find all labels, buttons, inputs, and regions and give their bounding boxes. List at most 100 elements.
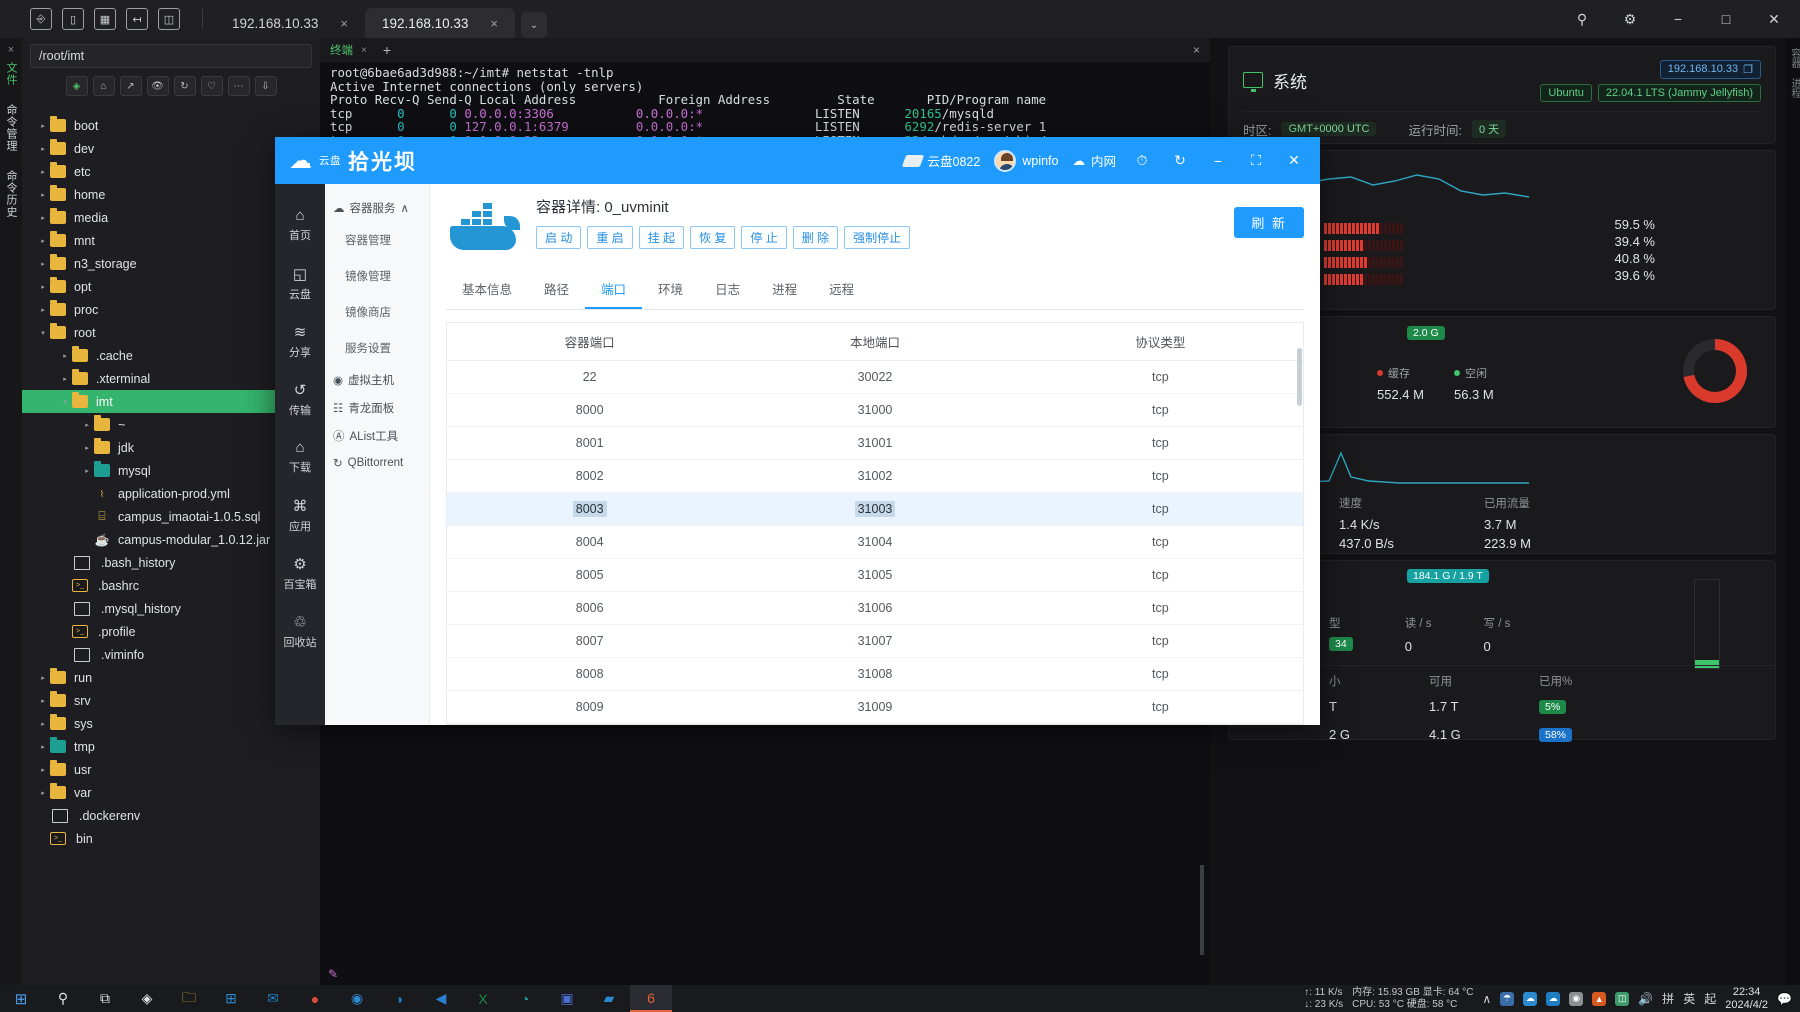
expand-caret-icon[interactable]: ▸ bbox=[36, 214, 50, 222]
expand-caret-icon[interactable]: ▸ bbox=[36, 306, 50, 314]
expand-caret-icon[interactable]: ▾ bbox=[36, 329, 50, 337]
rail-label-files[interactable]: 文件 bbox=[3, 62, 19, 86]
action-button[interactable]: 停 止 bbox=[741, 226, 787, 249]
detail-tab[interactable]: 远程 bbox=[813, 270, 870, 309]
close-button[interactable]: ✕ bbox=[1282, 149, 1306, 173]
rail-label-history[interactable]: 命令历史 bbox=[3, 170, 19, 218]
sidebar-item[interactable]: 容器管理 bbox=[325, 222, 429, 258]
monitor-icon[interactable]: ◫ bbox=[1615, 991, 1630, 1006]
compass-icon[interactable]: ◈ bbox=[65, 76, 88, 96]
minimize-button[interactable]: − bbox=[1656, 0, 1700, 38]
terminal-output[interactable]: root@6bae6ad3d988:~/imt# netstat -tnlp A… bbox=[320, 62, 1210, 147]
close-button[interactable]: ✕ bbox=[1752, 0, 1796, 38]
list-icon[interactable]: ◫ bbox=[158, 8, 180, 30]
rail-label-container[interactable]: 容器 bbox=[1787, 48, 1800, 68]
app-icon[interactable]: ◉ bbox=[1569, 991, 1584, 1006]
heart-icon[interactable]: ♡ bbox=[200, 76, 223, 96]
file-tree-item[interactable]: ▸ tmp bbox=[22, 735, 320, 758]
file-tree-item[interactable]: .dockerenv bbox=[22, 804, 320, 827]
maximize-button[interactable]: □ bbox=[1704, 0, 1748, 38]
action-button[interactable]: 强制停止 bbox=[844, 226, 911, 249]
expand-icon[interactable]: ↗ bbox=[119, 76, 142, 96]
table-row[interactable]: 8008 31008 tcp bbox=[447, 657, 1303, 691]
expand-caret-icon[interactable]: ▸ bbox=[58, 352, 72, 360]
sync-icon[interactable]: ↻ bbox=[1168, 149, 1192, 173]
expand-caret-icon[interactable]: ▾ bbox=[58, 398, 72, 406]
file-tree-item[interactable]: >_ bin bbox=[22, 827, 320, 850]
table-row[interactable]: 8006 31006 tcp bbox=[447, 591, 1303, 625]
modal-rail-item-应用[interactable]: ⌘ 应用 bbox=[275, 486, 325, 544]
maximize-button[interactable]: ⛶ bbox=[1244, 149, 1268, 173]
action-button[interactable]: 启 动 bbox=[536, 226, 582, 249]
taskbar-item-widgets[interactable]: ◈ bbox=[126, 985, 168, 1012]
start-button[interactable]: ⊞ bbox=[0, 985, 42, 1012]
table-row[interactable]: 8003 31003 tcp bbox=[447, 492, 1303, 526]
detail-tab[interactable]: 基本信息 bbox=[446, 270, 528, 309]
action-button[interactable]: 恢 复 bbox=[690, 226, 736, 249]
table-row[interactable]: 8001 31001 tcp bbox=[447, 426, 1303, 460]
table-scrollbar[interactable] bbox=[1297, 348, 1302, 406]
grid-icon[interactable]: ▦ bbox=[94, 8, 116, 30]
system-ip-badge[interactable]: 192.168.10.33 ❐ bbox=[1659, 59, 1761, 79]
rail-label-commands[interactable]: 命令管理 bbox=[3, 104, 19, 152]
expand-caret-icon[interactable]: ▸ bbox=[36, 697, 50, 705]
minimize-button[interactable]: − bbox=[1206, 149, 1230, 173]
network-status[interactable]: ☁ 内网 bbox=[1072, 151, 1116, 170]
modal-rail-item-传输[interactable]: ↺ 传输 bbox=[275, 370, 325, 428]
add-terminal-tab-button[interactable]: + bbox=[377, 42, 397, 58]
user-menu[interactable]: wpinfo bbox=[994, 149, 1058, 172]
cloud-icon[interactable]: ☁ bbox=[1523, 991, 1538, 1006]
clock[interactable]: 22:34 2024/4/2 bbox=[1725, 986, 1768, 1012]
expand-caret-icon[interactable]: ▸ bbox=[80, 467, 94, 475]
close-icon[interactable]: × bbox=[490, 16, 498, 31]
taskbar-item-task-view[interactable]: ⧉ bbox=[84, 985, 126, 1012]
expand-caret-icon[interactable]: ▸ bbox=[36, 122, 50, 130]
expand-caret-icon[interactable]: ▸ bbox=[36, 766, 50, 774]
copy-icon[interactable]: ❐ bbox=[1743, 63, 1753, 76]
modal-rail-item-分享[interactable]: ≋ 分享 bbox=[275, 312, 325, 370]
taskbar-item-app-teal[interactable]: ◔ bbox=[504, 985, 546, 1012]
device-icon[interactable]: ▯ bbox=[62, 8, 84, 30]
chevron-up-icon[interactable]: ∧ bbox=[1482, 992, 1491, 1006]
file-tree-item[interactable]: ▸ usr bbox=[22, 758, 320, 781]
more-icon[interactable]: ⋯ bbox=[227, 76, 250, 96]
action-button[interactable]: 挂 起 bbox=[638, 226, 685, 249]
sidebar-group-container-service[interactable]: ☁ 容器服务 ∧ bbox=[325, 194, 429, 222]
refresh-icon[interactable]: ↻ bbox=[173, 76, 196, 96]
file-tree-item[interactable]: ▸ boot bbox=[22, 114, 320, 137]
ime-english-icon[interactable]: 英 bbox=[1683, 990, 1695, 1007]
terminal-panel-close-icon[interactable]: × bbox=[1193, 43, 1200, 57]
sidebar-item[interactable]: ☷ 青龙面板 bbox=[325, 394, 429, 422]
sidebar-item[interactable]: 镜像管理 bbox=[325, 258, 429, 294]
modal-left-rail[interactable]: ⌂ 首页 ◱ 云盘 ≋ 分享 ↺ 传输 ⌂ 下载 ⌘ 应用 ⚙ 百宝箱 ♲ 回收站 bbox=[275, 184, 325, 725]
sidebar-item[interactable]: Ⓐ AList工具 bbox=[325, 422, 429, 450]
table-row[interactable]: 8002 31002 tcp bbox=[447, 459, 1303, 493]
taskbar-item-xterminal[interactable]: 6 bbox=[630, 985, 672, 1012]
modal-rail-item-云盘[interactable]: ◱ 云盘 bbox=[275, 254, 325, 312]
search-icon[interactable]: ⚲ bbox=[1560, 0, 1604, 38]
terminal-scrollbar[interactable] bbox=[1200, 865, 1204, 955]
expand-caret-icon[interactable]: ▸ bbox=[36, 674, 50, 682]
table-row[interactable]: 8009 31009 tcp bbox=[447, 690, 1303, 724]
action-button[interactable]: 重 启 bbox=[587, 226, 633, 249]
expand-caret-icon[interactable]: ▸ bbox=[36, 145, 50, 153]
taskbar-item-store[interactable]: ⊞ bbox=[210, 985, 252, 1012]
sidebar-item[interactable]: 服务设置 bbox=[325, 330, 429, 366]
download-icon[interactable]: ⇩ bbox=[254, 76, 277, 96]
table-row[interactable]: 8004 31004 tcp bbox=[447, 525, 1303, 559]
expand-caret-icon[interactable]: ▸ bbox=[36, 789, 50, 797]
detail-tab[interactable]: 路径 bbox=[528, 270, 585, 309]
sidebar-item[interactable]: ◉ 虚拟主机 bbox=[325, 366, 429, 394]
table-row[interactable]: 22 30022 tcp bbox=[447, 360, 1303, 394]
detail-tab[interactable]: 日志 bbox=[699, 270, 756, 309]
table-row[interactable]: 801031010tcp bbox=[447, 723, 1303, 724]
taskbar-item-file-explorer[interactable]: 🗀 bbox=[168, 985, 210, 1012]
taskbar-item-app-folder[interactable]: ▰ bbox=[588, 985, 630, 1012]
window-tab-2[interactable]: 192.168.10.33 × bbox=[365, 8, 515, 38]
file-tree-item[interactable]: ▸ var bbox=[22, 781, 320, 804]
sidebar-item[interactable]: 镜像商店 bbox=[325, 294, 429, 330]
modal-rail-item-首页[interactable]: ⌂ 首页 bbox=[275, 196, 325, 254]
terminal-tab[interactable]: 终端 × bbox=[320, 42, 377, 58]
chevron-down-icon[interactable]: ⌄ bbox=[521, 12, 547, 38]
expand-caret-icon[interactable]: ▸ bbox=[36, 237, 50, 245]
